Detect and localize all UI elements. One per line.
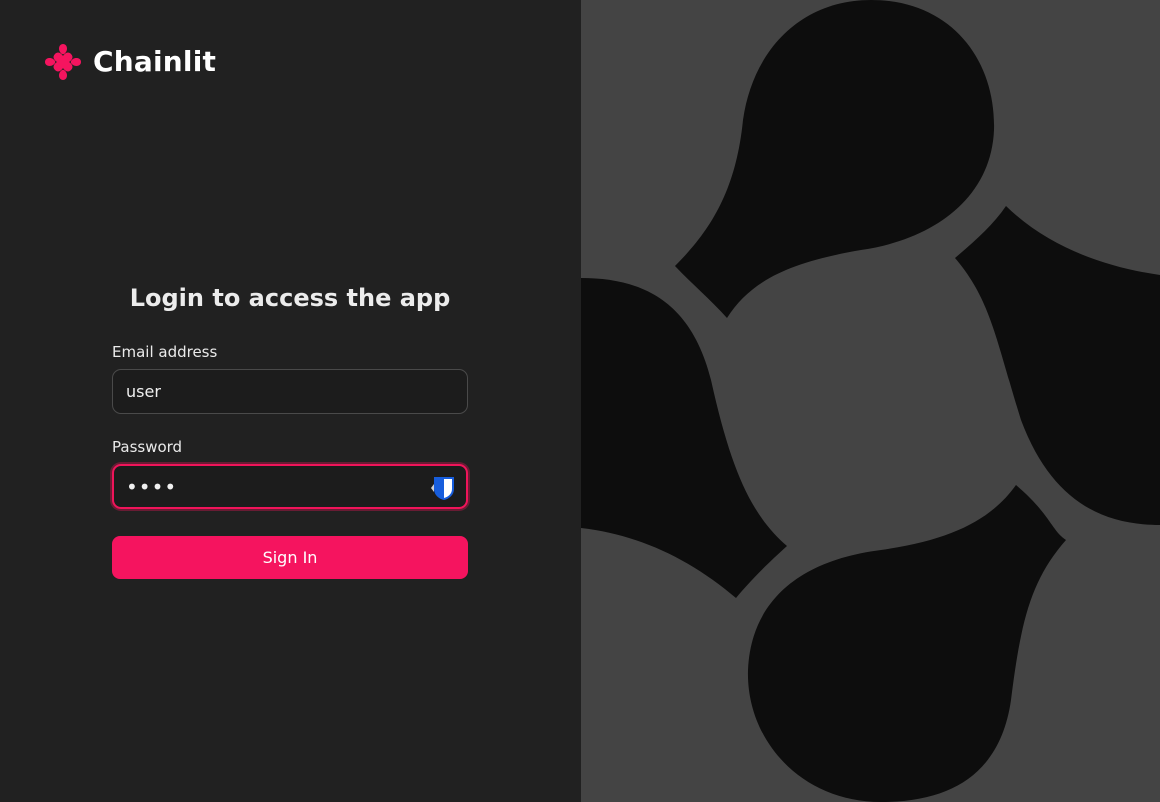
chainlit-logo-icon: [45, 44, 81, 80]
decorative-logo-shapes: [581, 0, 1160, 802]
login-form: Login to access the app Email address us…: [112, 280, 468, 579]
bottom-petal-shape: [747, 485, 1066, 802]
login-page: Chainlit Login to access the app Email a…: [0, 0, 1160, 802]
email-label: Email address: [112, 343, 218, 361]
password-value: ••••: [126, 474, 178, 499]
left-petal-shape: [581, 278, 787, 598]
top-petal-shape: [675, 0, 995, 318]
brand-name: Chainlit: [93, 45, 217, 78]
password-label: Password: [112, 438, 183, 456]
sign-in-button[interactable]: Sign In: [112, 536, 468, 579]
email-field[interactable]: user: [112, 369, 468, 414]
email-value: user: [126, 381, 161, 401]
right-petal-shape: [955, 206, 1160, 525]
decorative-panel: [581, 0, 1160, 802]
password-field[interactable]: ••••: [112, 464, 468, 509]
bitwarden-shield-icon[interactable]: [428, 475, 456, 501]
page-title: Login to access the app: [129, 284, 451, 312]
login-panel: Chainlit Login to access the app Email a…: [0, 0, 581, 802]
brand-header: Chainlit: [43, 42, 216, 82]
